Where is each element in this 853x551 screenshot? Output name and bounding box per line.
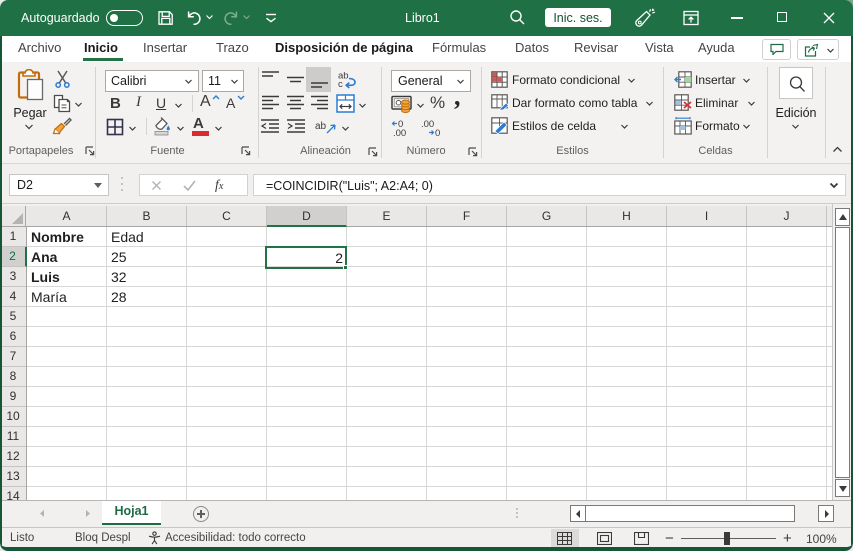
svg-text:.00: .00	[393, 128, 406, 137]
svg-text:c: c	[338, 79, 343, 89]
svg-text:0: 0	[435, 128, 440, 137]
svg-text:.00: .00	[421, 119, 434, 130]
svg-text:ab: ab	[315, 121, 327, 132]
